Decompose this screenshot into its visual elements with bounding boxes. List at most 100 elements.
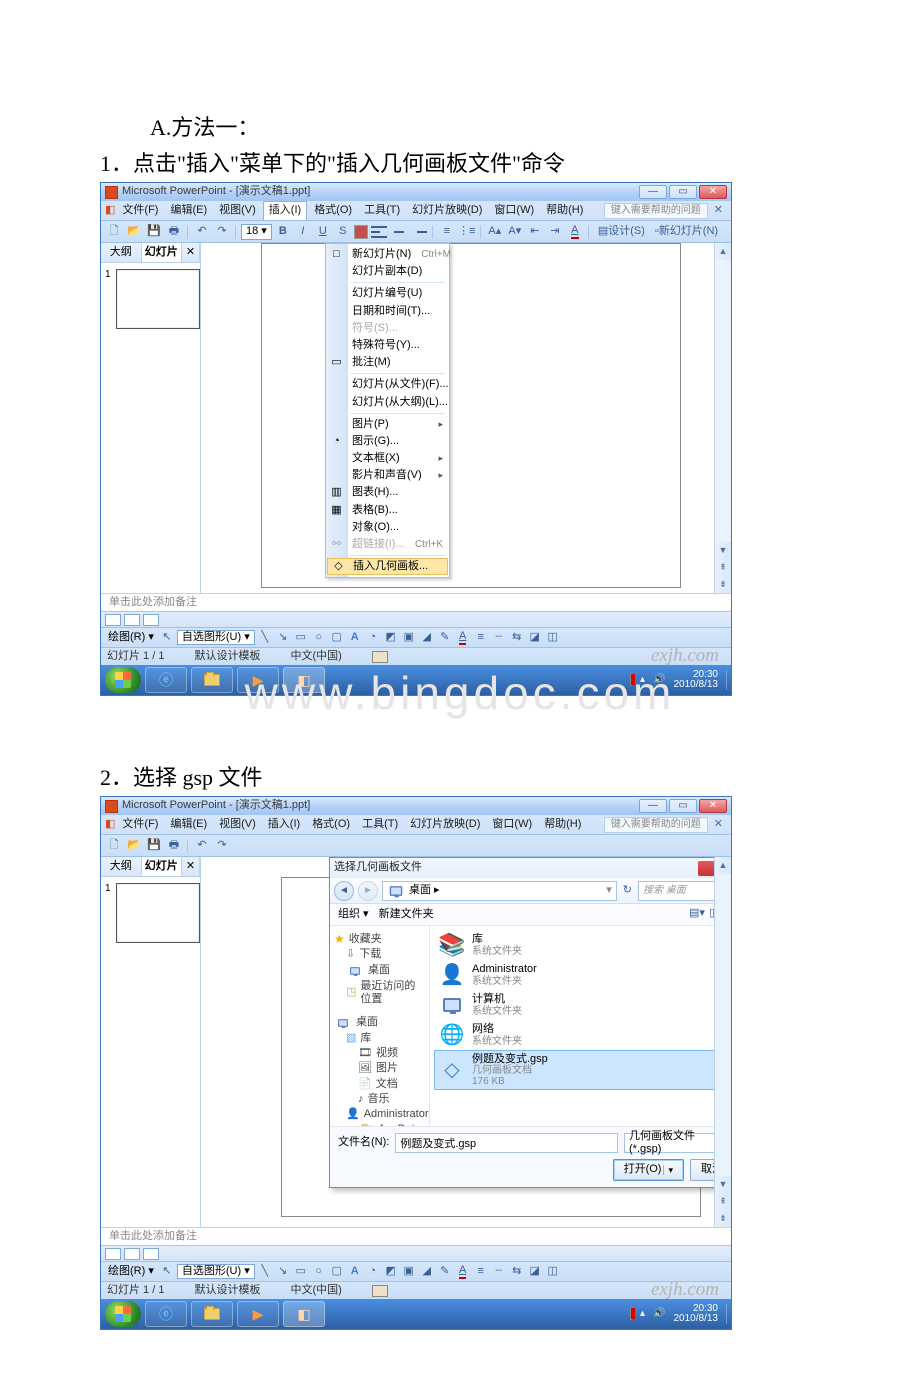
notes-pane[interactable]: 单击此处添加备注 xyxy=(101,1227,731,1245)
picture-icon[interactable]: ▣ xyxy=(401,630,417,646)
undo-icon[interactable]: ↶ xyxy=(193,837,211,855)
help-search-box[interactable]: 键入需要帮助的问题 xyxy=(604,203,708,219)
menu-tools[interactable]: 工具(T) xyxy=(357,816,403,833)
task-ie[interactable]: ⓔ xyxy=(145,1301,187,1327)
close-button[interactable]: ✕ xyxy=(699,185,727,199)
menu-slideshow[interactable]: 幻灯片放映(D) xyxy=(405,816,485,833)
vertical-scrollbar[interactable]: ▲▼⇞⇟ xyxy=(714,243,731,593)
close-button[interactable]: ✕ xyxy=(699,799,727,813)
tray-up-icon[interactable]: ▴ xyxy=(640,1308,645,1320)
fill-color-icon[interactable]: ◢ xyxy=(419,630,435,646)
print-icon[interactable]: 🖶 xyxy=(165,223,183,241)
align-left-icon[interactable] xyxy=(370,223,388,241)
nav-forward-button[interactable]: ► xyxy=(358,881,378,901)
redo-icon[interactable]: ↷ xyxy=(213,223,231,241)
menu-view[interactable]: 视图(V) xyxy=(214,816,261,833)
underline-button[interactable]: U xyxy=(314,223,332,241)
shadow-button[interactable]: S xyxy=(334,223,352,241)
textbox-icon[interactable]: ▢ xyxy=(329,630,345,646)
line-icon[interactable]: ╲ xyxy=(257,630,273,646)
menubar-close-icon[interactable]: ✕ xyxy=(710,818,727,831)
autoshape-dropdown[interactable]: 自选图形(U) ▾ xyxy=(177,1264,255,1279)
menu-file[interactable]: 文件(F) xyxy=(117,202,163,219)
menu-slideshow[interactable]: 幻灯片放映(D) xyxy=(407,202,487,219)
pane-close-icon[interactable]: ✕ xyxy=(182,857,200,876)
file-entry[interactable]: 🌐网络系统文件夹 xyxy=(434,1020,714,1050)
task-wmp[interactable]: ▶ xyxy=(237,1301,279,1327)
file-entry[interactable]: 📚库系统文件夹 xyxy=(434,930,714,960)
min-button[interactable]: — xyxy=(639,185,667,199)
menu-window[interactable]: 窗口(W) xyxy=(489,202,539,219)
new-slide-button[interactable]: ▫新幻灯片(N) xyxy=(651,223,722,241)
insert-menu-item[interactable]: 日期和时间(T)... xyxy=(326,303,449,320)
insert-menu-item[interactable]: ▥图表(H)... xyxy=(326,484,449,501)
insert-menu-item[interactable]: 特殊符号(Y)... xyxy=(326,337,449,354)
open-icon[interactable]: 📂 xyxy=(125,223,143,241)
font-size-select[interactable]: 18 ▾ xyxy=(241,224,272,240)
refresh-icon[interactable]: ↻ xyxy=(621,884,634,897)
dialog-close-button[interactable]: ✕ xyxy=(698,861,714,876)
menu-window[interactable]: 窗口(W) xyxy=(487,816,537,833)
vertical-scrollbar[interactable]: ▲▼⇞⇟ xyxy=(714,857,731,1227)
insert-menu-item[interactable]: ◔图示(G)... xyxy=(326,433,449,450)
arrow-icon[interactable]: ↘ xyxy=(275,630,291,646)
save-icon[interactable]: 💾 xyxy=(145,837,163,855)
draw-label[interactable]: 绘图(R) ▾ xyxy=(105,1265,157,1278)
menu-edit[interactable]: 编辑(E) xyxy=(165,202,212,219)
view-sorter-icon[interactable] xyxy=(124,1248,140,1260)
menu-tools[interactable]: 工具(T) xyxy=(359,202,405,219)
insert-menu-item[interactable]: 幻灯片编号(U) xyxy=(326,285,449,302)
task-ppt[interactable]: ◧ xyxy=(283,1301,325,1327)
design-button[interactable]: ▤设计(S) xyxy=(594,223,649,241)
max-button[interactable]: ▭ xyxy=(669,185,697,199)
min-button[interactable]: — xyxy=(639,799,667,813)
dash-style-icon[interactable]: ┄ xyxy=(491,630,507,646)
insert-menu-item[interactable]: 文本框(X)▸ xyxy=(326,450,449,467)
font-color2-icon[interactable]: A xyxy=(455,630,471,646)
redo-icon[interactable]: ↷ xyxy=(213,837,231,855)
clock[interactable]: 20:302010/8/13 xyxy=(674,1304,719,1324)
bold-button[interactable]: B xyxy=(274,223,292,241)
search-input[interactable]: 搜索 桌面🔍 xyxy=(638,881,714,901)
cancel-button[interactable]: 取消 xyxy=(690,1159,714,1181)
nav-back-button[interactable]: ◄ xyxy=(334,881,354,901)
new-icon[interactable]: 🗋 xyxy=(105,223,123,241)
menu-help[interactable]: 帮助(H) xyxy=(539,816,586,833)
view-normal-icon[interactable] xyxy=(105,1248,121,1260)
insert-menu-item[interactable]: □新幻灯片(N)Ctrl+M xyxy=(326,246,449,263)
print-icon[interactable]: 🖶 xyxy=(165,837,183,855)
diagram-icon[interactable]: ◔ xyxy=(365,630,381,646)
menu-edit[interactable]: 编辑(E) xyxy=(165,816,212,833)
undo-icon[interactable]: ↶ xyxy=(193,223,211,241)
insert-menu-item[interactable]: ▭批注(M) xyxy=(326,354,449,371)
start-button[interactable] xyxy=(105,1301,141,1327)
shadow-icon[interactable]: ◪ xyxy=(527,630,543,646)
align-right-icon[interactable] xyxy=(410,223,428,241)
slide-thumbnail[interactable] xyxy=(116,269,200,329)
line-color-icon[interactable]: ✎ xyxy=(437,630,453,646)
save-icon[interactable]: 💾 xyxy=(145,223,163,241)
file-entry[interactable]: ◇例题及变式.gsp几何画板文档176 KB xyxy=(434,1050,714,1090)
line-style-icon[interactable]: ≡ xyxy=(473,630,489,646)
menu-insert[interactable]: 插入(I) xyxy=(263,201,307,219)
select-icon[interactable]: ↖ xyxy=(159,1264,175,1280)
arrow-style-icon[interactable]: ⇆ xyxy=(509,630,525,646)
tab-outline[interactable]: 大纲 xyxy=(101,857,142,876)
oval-icon[interactable]: ○ xyxy=(311,630,327,646)
file-list[interactable]: 📚库系统文件夹👤Administrator系统文件夹计算机系统文件夹🌐网络系统文… xyxy=(430,926,714,1126)
menu-view[interactable]: 视图(V) xyxy=(214,202,261,219)
align-center-icon[interactable] xyxy=(390,223,408,241)
view-show-icon[interactable] xyxy=(143,1248,159,1260)
open-button[interactable]: 打开(O)▾ xyxy=(613,1159,684,1181)
menu-help[interactable]: 帮助(H) xyxy=(541,202,588,219)
view-sorter-icon[interactable] xyxy=(124,614,140,626)
insert-menu-item[interactable]: 影片和声音(V)▸ xyxy=(326,467,449,484)
max-button[interactable]: ▭ xyxy=(669,799,697,813)
insert-menu-item[interactable]: 幻灯片(从文件)(F)... xyxy=(326,376,449,393)
preview-pane-icon[interactable]: ▯ xyxy=(709,907,714,922)
new-folder-button[interactable]: 新建文件夹 xyxy=(379,908,434,921)
new-icon[interactable]: 🗋 xyxy=(105,837,123,855)
tray-flag-icon[interactable] xyxy=(630,1308,632,1320)
file-entry[interactable]: 计算机系统文件夹 xyxy=(434,990,714,1020)
notes-pane[interactable]: 单击此处添加备注 xyxy=(101,593,731,611)
